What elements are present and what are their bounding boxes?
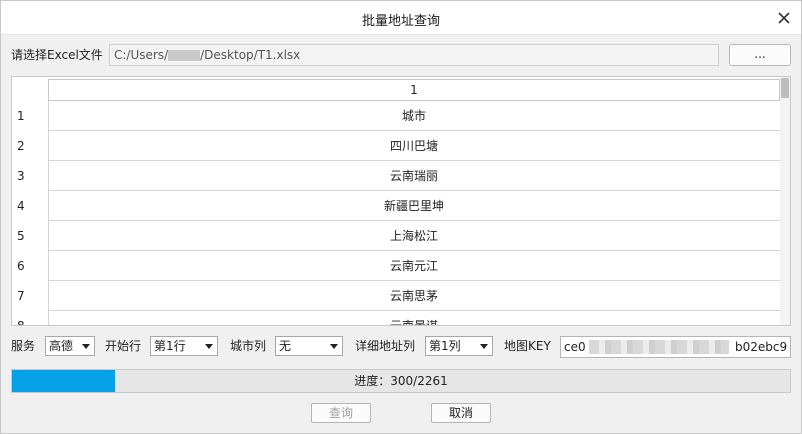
service-select-value: 高德 [49,339,74,353]
city-column-label: 城市列 [230,339,267,353]
row-header[interactable]: 6 [17,251,45,281]
address-column-select-value: 第1列 [429,339,461,353]
close-icon [778,12,790,24]
chevron-down-icon [480,344,488,349]
progress-text: 进度：300/2261 [354,374,448,388]
address-column-label: 详细地址列 [355,339,416,353]
row-header[interactable]: 4 [17,191,45,221]
table-cell[interactable]: 城市 [48,101,780,131]
table-cell[interactable]: 云南瑞丽 [48,161,780,191]
row-header[interactable]: 5 [17,221,45,251]
city-column-select[interactable]: 无 [275,336,343,356]
city-column-select-value: 无 [279,339,292,353]
table-cell[interactable]: 云南思茅 [48,281,780,311]
chevron-down-icon [82,344,90,349]
map-key-prefix: ce0 [564,340,586,354]
start-row-select-value: 第1行 [154,339,186,353]
query-button[interactable]: 查询 [311,403,371,423]
table-cell[interactable]: 四川巴塘 [48,131,780,161]
scrollbar-thumb[interactable] [781,78,789,98]
cancel-button[interactable]: 取消 [431,403,491,423]
map-key-input[interactable]: ce0 b02ebc9 [560,336,791,358]
chevron-down-icon [330,344,338,349]
data-grid[interactable]: 1 1 城市 2 四川巴塘 3 云南瑞丽 4 新疆巴里坤 5 上海松江 6 云南… [11,76,791,326]
chevron-down-icon [205,344,213,349]
map-key-suffix: b02ebc9 [735,340,788,354]
close-button[interactable] [773,7,795,29]
window-title: 批量地址查询 [361,14,440,29]
file-path-suffix: /Desktop/T1.xlsx [200,48,301,62]
map-key-label: 地图KEY [504,339,551,353]
row-header[interactable]: 7 [17,281,45,311]
redacted-key [589,340,729,354]
table-cell[interactable]: 新疆巴里坤 [48,191,780,221]
row-header[interactable]: 2 [17,131,45,161]
column-header[interactable]: 1 [48,79,780,101]
file-label: 请选择Excel文件 [11,48,103,62]
progress-bar: 进度：300/2261 [11,369,791,393]
start-row-label: 开始行 [105,339,142,353]
table-cell[interactable]: 云南元江 [48,251,780,281]
file-path-field[interactable]: C:/Users/ /Desktop/T1.xlsx [109,44,719,66]
address-column-select[interactable]: 第1列 [425,336,493,356]
start-row-select[interactable]: 第1行 [150,336,218,356]
table-cell[interactable]: 上海松江 [48,221,780,251]
table-cell[interactable]: 云南景谋 [48,311,780,325]
service-select[interactable]: 高德 [45,336,95,356]
redacted-username [168,50,201,61]
vertical-scrollbar[interactable] [780,77,790,325]
row-header[interactable]: 8 [17,311,45,325]
title-bar: 批量地址查询 [1,1,801,35]
row-header[interactable]: 3 [17,161,45,191]
file-path-prefix: C:/Users/ [114,48,169,62]
row-header[interactable]: 1 [17,101,45,131]
service-label: 服务 [11,339,36,353]
batch-address-dialog: 批量地址查询 请选择Excel文件 C:/Users/ /Desktop/T1.x… [0,0,802,434]
browse-button[interactable]: ... [729,44,791,66]
